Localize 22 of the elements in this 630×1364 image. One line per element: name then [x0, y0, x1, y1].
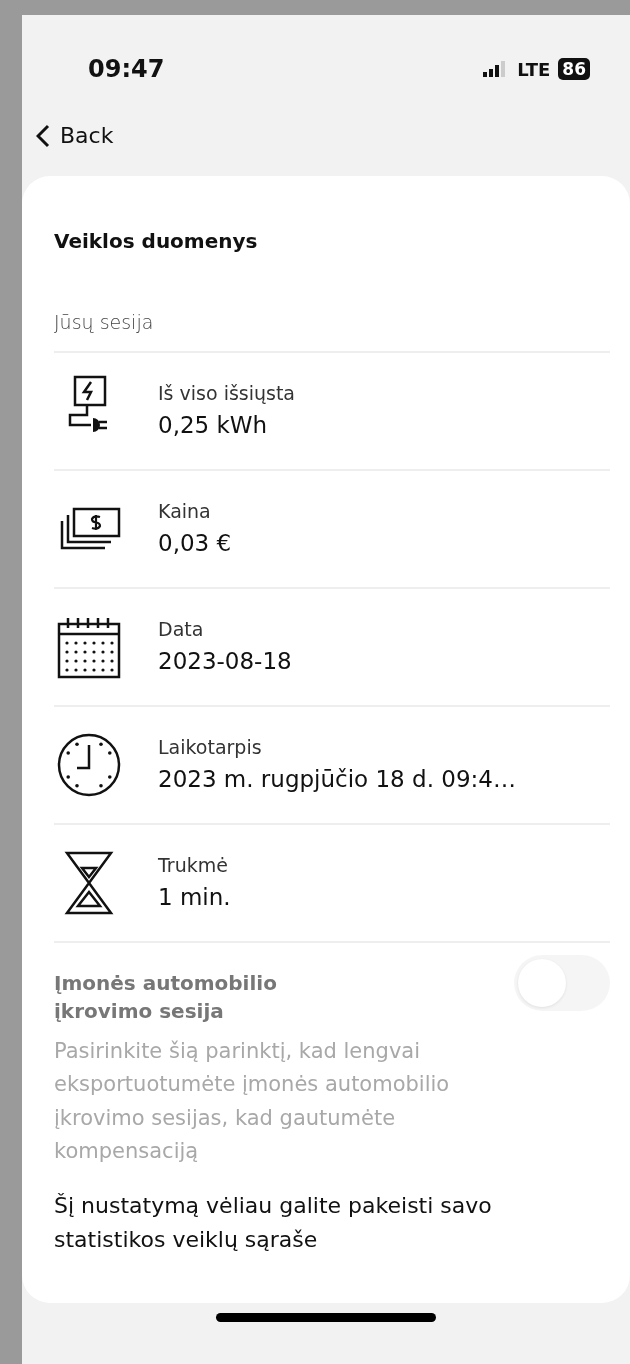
toggle-label: Įmonės automobilio įkrovimo sesija: [54, 969, 278, 1025]
back-button[interactable]: Back: [36, 119, 630, 152]
field-label: Data: [158, 617, 205, 642]
field-label: Laikotarpis: [158, 735, 263, 760]
battery-level: 86: [558, 58, 590, 80]
field-value: 2023 m. rugpjūčio 18 d. 09:4…: [158, 764, 516, 794]
section-title: Veiklos duomenys: [54, 228, 259, 255]
network-type: LTE: [517, 57, 551, 82]
field-value: 0,03 €: [158, 528, 232, 558]
info-note: Šį nustatymą vėliau galite pakeisti savo statistikos veiklų sąraše: [54, 1191, 493, 1254]
section-subtitle: Jūsų sesija: [54, 308, 610, 353]
field-label: Iš viso išsiųsta: [158, 381, 296, 406]
chevron-left-icon: [36, 123, 50, 148]
field-value: 0,25 kWh: [158, 410, 269, 440]
hourglass-icon: [64, 849, 114, 916]
toggle-description: Pasirinkite šią parinktį, kad lengvai eksportuotumėte įmonės automobilio įkrovimo sesijas, kad gautumėte kompensaciją: [54, 1037, 451, 1166]
field-value: 2023-08-18: [158, 646, 292, 676]
clock-icon: [56, 731, 122, 798]
field-label: Trukmė: [158, 853, 229, 878]
field-value: 1 min.: [158, 882, 231, 912]
status-time: 09:47: [88, 54, 165, 85]
field-label: Kaina: [158, 499, 212, 524]
